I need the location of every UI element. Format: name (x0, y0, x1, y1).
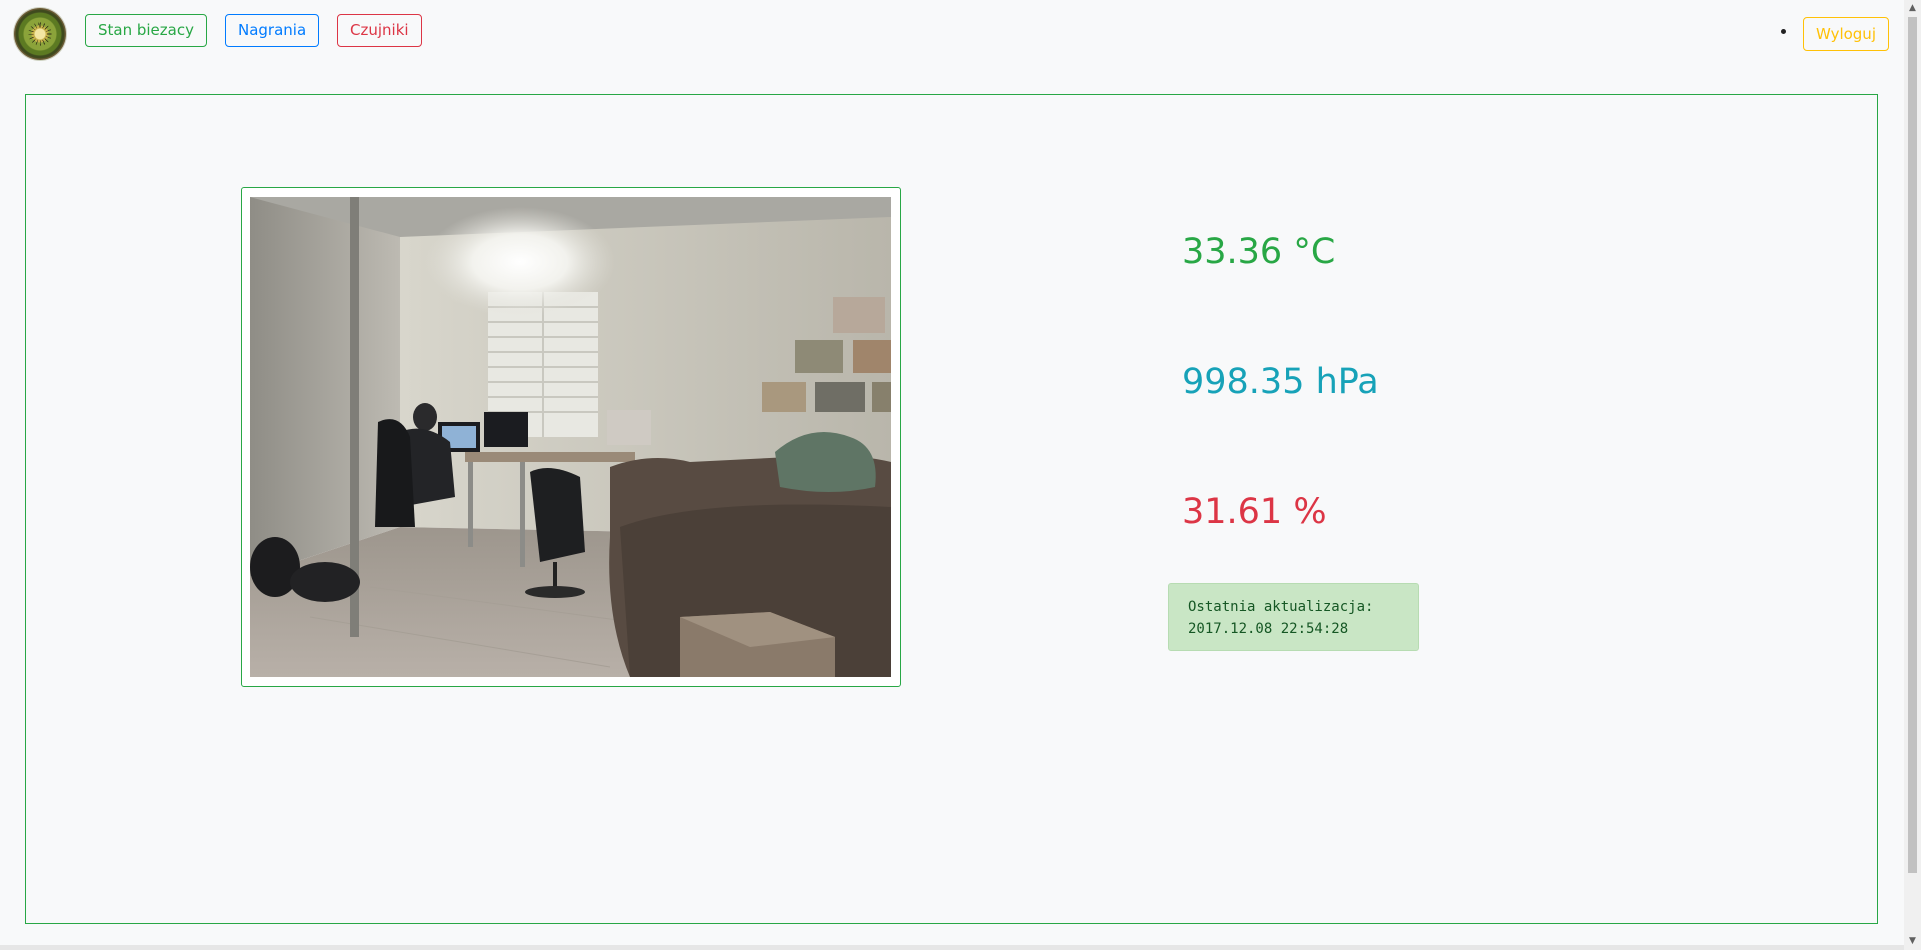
scroll-up-arrow-icon[interactable]: ▲ (1904, 0, 1921, 17)
scroll-down-arrow-icon[interactable]: ▼ (1904, 933, 1921, 950)
humidity-reading: 31.61 % (1182, 492, 1327, 532)
logout-button[interactable]: Wyloguj (1803, 17, 1889, 51)
camera-image-frame (241, 187, 901, 687)
last-update-alert: Ostatnia aktualizacja: 2017.12.08 22:54:… (1168, 583, 1419, 651)
kiwi-logo-icon[interactable] (14, 8, 66, 60)
list-bullet-icon (1781, 29, 1786, 34)
vertical-scrollbar[interactable]: ▲ ▼ (1904, 0, 1921, 950)
room-camera-snapshot (250, 197, 891, 677)
sensors-button[interactable]: Czujniki (337, 14, 422, 47)
scrollbar-thumb[interactable] (1908, 17, 1917, 873)
last-update-timestamp: 2017.12.08 22:54:28 (1188, 621, 1349, 637)
last-update-label: Ostatnia aktualizacja: (1188, 599, 1374, 615)
horizontal-scrollbar[interactable] (0, 945, 1904, 950)
navbar: Stan biezacy Nagrania Czujniki Wyloguj (0, 0, 1904, 68)
pressure-reading: 998.35 hPa (1182, 362, 1379, 402)
recordings-button[interactable]: Nagrania (225, 14, 320, 47)
main-card: 33.36 °C 998.35 hPa 31.61 % Ostatnia akt… (25, 94, 1878, 924)
temperature-reading: 33.36 °C (1182, 232, 1336, 272)
current-state-button[interactable]: Stan biezacy (85, 14, 207, 47)
page: Stan biezacy Nagrania Czujniki Wyloguj 3… (0, 0, 1921, 950)
